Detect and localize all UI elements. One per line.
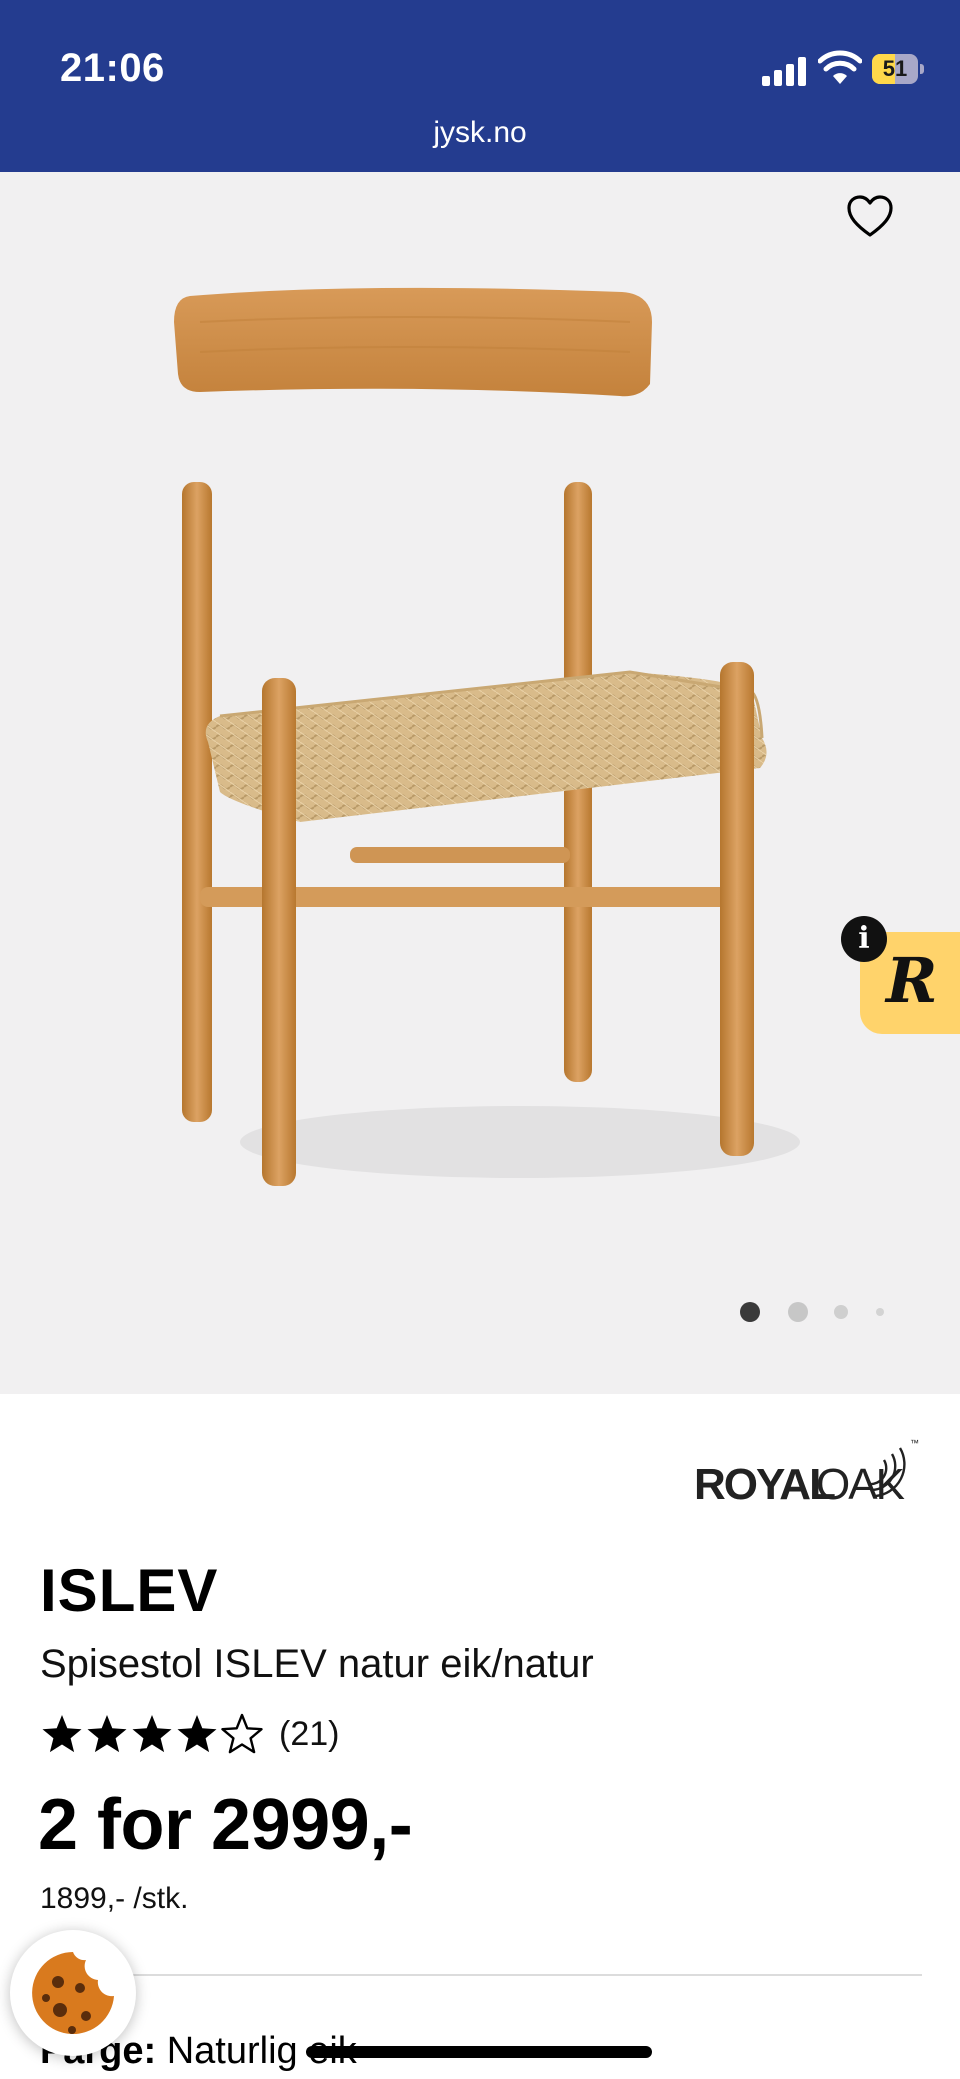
status-time: 21:06 xyxy=(60,46,165,90)
address-bar[interactable]: jysk.no xyxy=(0,116,960,150)
chair-photo xyxy=(174,287,800,1186)
product-rating[interactable]: (21) xyxy=(40,1712,339,1756)
unit-price: 1899,- /stk. xyxy=(40,1882,189,1915)
star-empty-icon xyxy=(221,1713,263,1754)
carousel-dot[interactable] xyxy=(876,1308,884,1316)
divider xyxy=(118,1974,922,1976)
heart-outline-icon[interactable] xyxy=(846,194,894,238)
reviews-logo-icon: R xyxy=(886,944,938,1017)
product-image-gallery[interactable]: R i xyxy=(0,172,960,1394)
cellular-signal-icon xyxy=(762,56,808,86)
home-indicator[interactable] xyxy=(306,2046,652,2058)
review-count: (21) xyxy=(279,1714,340,1753)
cookie-icon xyxy=(32,1952,114,2034)
carousel-dot[interactable] xyxy=(788,1302,808,1322)
browser-header: 21:06 51 jysk.no xyxy=(0,0,960,172)
cookie-settings-button[interactable] xyxy=(10,1930,136,2056)
brand-logo[interactable]: ROYAL OAK ™ xyxy=(694,1438,920,1509)
brand-logo-royal: ROYAL xyxy=(694,1460,836,1509)
star-filled-icon xyxy=(87,1715,127,1753)
brand-logo-arcs-icon xyxy=(867,1447,906,1498)
brand-logo-tm: ™ xyxy=(910,1438,919,1448)
battery-percent: 51 xyxy=(882,56,908,81)
info-icon[interactable]: i xyxy=(841,916,887,962)
product-description: Spisestol ISLEV natur eik/natur xyxy=(40,1642,594,1686)
star-filled-icon xyxy=(42,1715,82,1753)
battery-icon: 51 xyxy=(872,54,924,84)
carousel-dot[interactable] xyxy=(740,1302,760,1322)
star-filled-icon xyxy=(132,1715,172,1753)
star-filled-icon xyxy=(177,1715,217,1753)
wifi-icon xyxy=(818,50,862,84)
product-name: ISLEV xyxy=(40,1557,219,1624)
carousel-dot[interactable] xyxy=(834,1305,848,1319)
product-price: 2 for 2999,- xyxy=(38,1785,413,1865)
